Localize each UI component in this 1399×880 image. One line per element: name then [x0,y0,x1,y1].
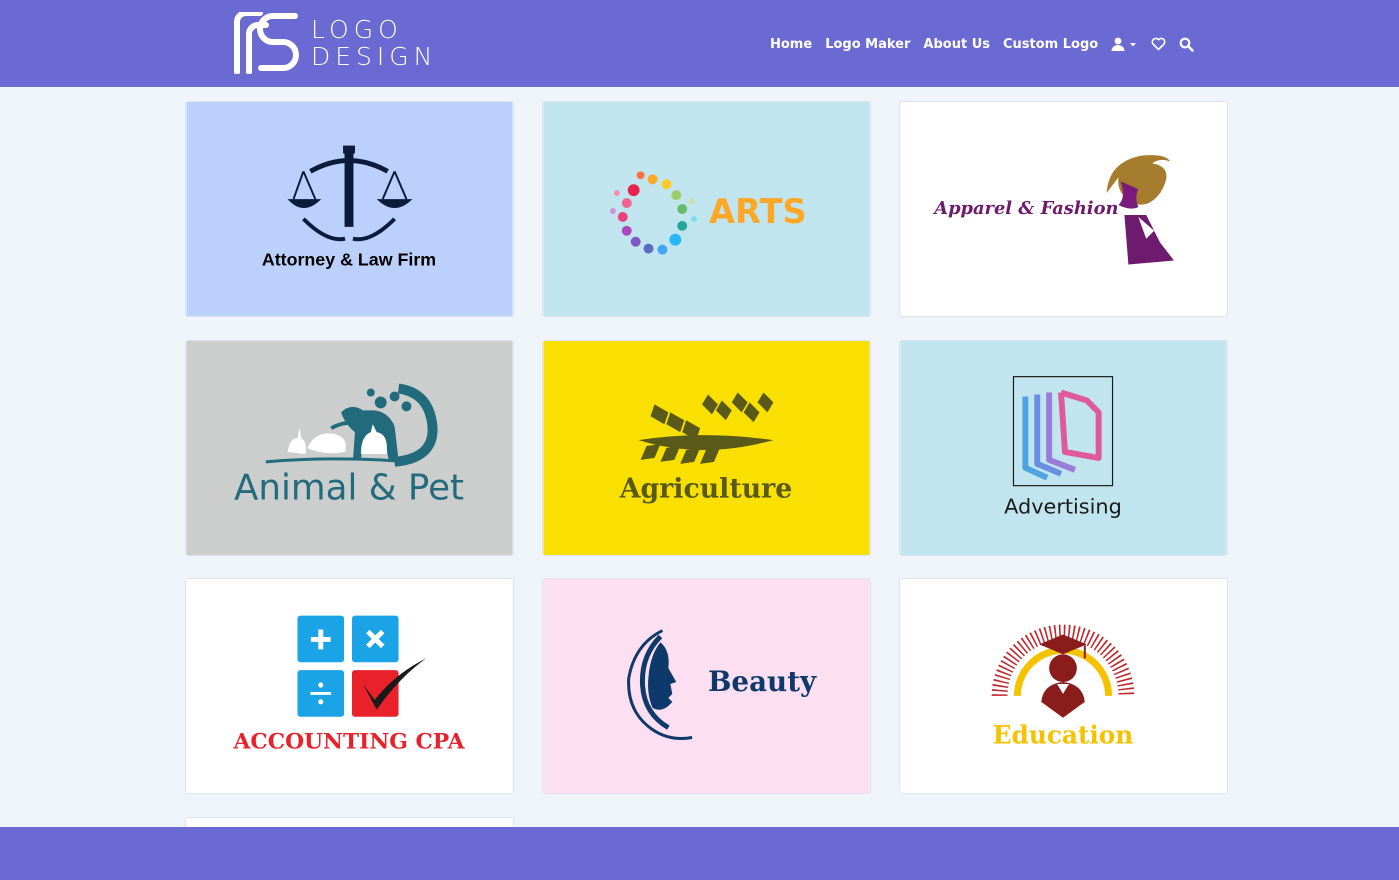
card-label: Beauty [708,665,817,698]
nav-custom-logo[interactable]: Custom Logo [1003,37,1098,52]
attorney-logo: Attorney & Law Firm [186,102,513,316]
education-logo: Education [900,579,1227,793]
arts-logo: ARTS [543,102,870,316]
card-label: Advertising [1004,494,1122,518]
brand-line-1: LOGO [311,15,403,44]
card-label: ARTS [709,192,807,231]
card-label: Animal & Pet [234,468,464,509]
nav-home[interactable]: Home [770,37,812,52]
category-card-education[interactable]: Education [899,578,1228,794]
beauty-logo: Beauty [543,579,870,793]
advertising-logo: Advertising [900,341,1227,555]
category-card-apparel-fashion[interactable]: Apparel & Fashion [899,101,1228,317]
heart-icon [1151,37,1166,51]
footer-bar [0,827,1399,880]
category-card-advertising[interactable]: Advertising [899,340,1228,556]
apparel-fashion-logo: Apparel & Fashion [900,102,1227,316]
category-card-accounting-cpa[interactable]: ACCOUNTING CPA [185,578,514,794]
account-menu[interactable] [1111,37,1138,51]
search-button[interactable] [1179,37,1195,52]
brand-line-2: DESIGN [311,42,438,71]
caret-down-icon [1130,43,1137,47]
nav-about-us[interactable]: About Us [923,37,990,52]
accounting-cpa-logo: ACCOUNTING CPA [186,579,513,793]
brand-logo[interactable]: LOGO DESIGN [233,12,453,74]
search-icon [1179,37,1195,52]
card-label: Apparel & Fashion [932,198,1118,219]
category-card-animal-pet[interactable]: Animal & Pet [185,340,514,556]
category-card-arts[interactable]: ARTS [542,101,871,317]
category-card-agriculture[interactable]: Agriculture [542,340,871,556]
card-label: Attorney & Law Firm [262,249,436,269]
top-navbar: LOGO DESIGN Home Logo Maker About Us Cus… [0,0,1399,87]
card-label: Education [993,720,1134,749]
brand-name: LOGO DESIGN [311,16,437,70]
animal-pet-logo: Animal & Pet [186,341,513,555]
category-card-beauty[interactable]: Beauty [542,578,871,794]
category-card-attorney[interactable]: Attorney & Law Firm [185,101,514,317]
rs-logo-icon [234,12,299,74]
agriculture-logo: Agriculture [543,341,870,555]
card-label: Agriculture [619,474,793,505]
nav-logo-maker[interactable]: Logo Maker [825,37,910,52]
main-nav: Home Logo Maker About Us Custom Logo [770,33,1207,55]
wishlist-button[interactable] [1151,37,1166,51]
card-label: ACCOUNTING CPA [233,729,466,754]
user-icon [1111,37,1125,51]
